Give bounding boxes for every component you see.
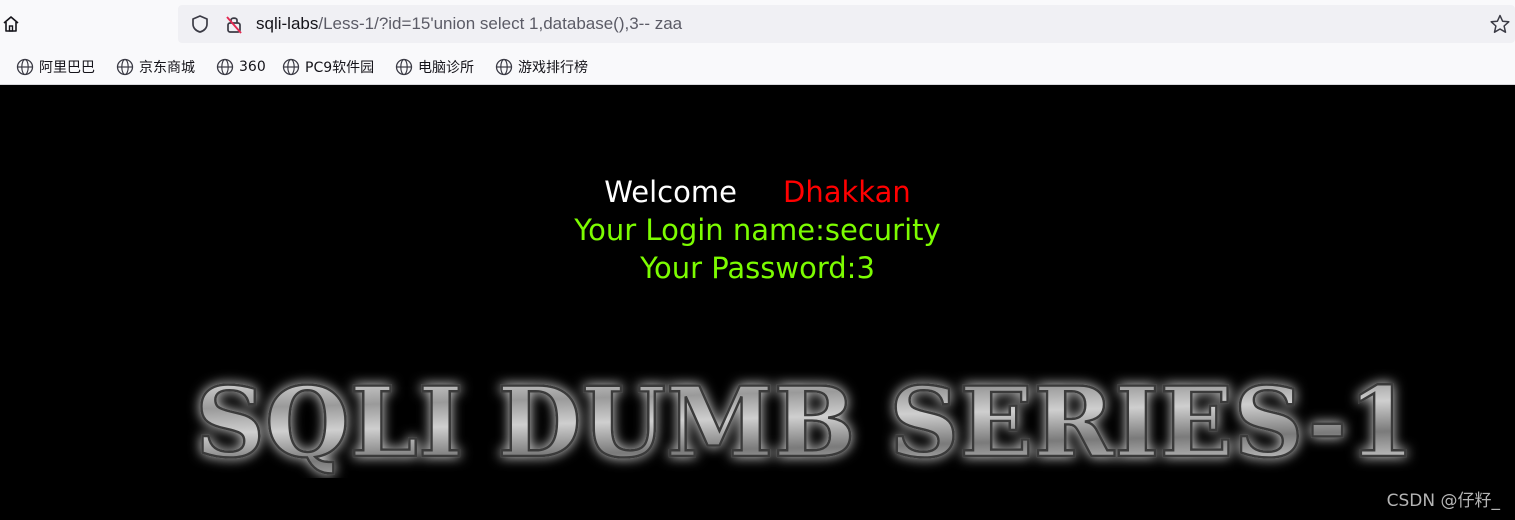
login-name-text: Your Login name:security (574, 213, 941, 247)
globe-icon (216, 58, 234, 76)
globe-icon (495, 58, 513, 76)
welcome-text: Welcome (604, 175, 737, 209)
lock-crossed-icon[interactable] (224, 14, 244, 34)
home-icon (3, 16, 19, 32)
globe-icon (282, 58, 300, 76)
star-icon[interactable] (1489, 13, 1511, 35)
globe-icon (395, 58, 413, 76)
bookmark-item[interactable]: PC9软件园 (282, 56, 374, 78)
bookmark-item[interactable]: 阿里巴巴 (16, 56, 95, 78)
sqli-dumb-series-banner: SQLI DUMB SERIES-1 (194, 368, 1417, 478)
bookmark-label: PC9软件园 (305, 60, 375, 76)
url-text[interactable]: sqli-labs/Less-1/?id=15'union select 1,d… (256, 13, 682, 35)
password-text: Your Password:3 (640, 251, 875, 285)
bookmark-label: 360 (239, 59, 266, 75)
address-bar[interactable]: sqli-labs/Less-1/?id=15'union select 1,d… (178, 5, 1515, 43)
url-path: /Less-1/?id=15'union select 1,database()… (318, 14, 683, 33)
bookmark-label: 京东商城 (139, 60, 195, 76)
csdn-watermark: CSDN @仔籽_ (1386, 491, 1500, 511)
shield-icon[interactable] (190, 14, 210, 34)
welcome-line: Welcome Dhakkan Your Login name:security… (0, 173, 1515, 287)
browser-toolbar: sqli-labs/Less-1/?id=15'union select 1,d… (0, 0, 1515, 50)
bookmark-item[interactable]: 京东商城 (116, 56, 195, 78)
username-text: Dhakkan (783, 175, 911, 209)
banner-text: SQLI DUMB SERIES-1 (195, 368, 1415, 478)
bookmark-item[interactable]: 360 (216, 56, 266, 78)
bookmarks-bar: 阿里巴巴 京东商城 360 PC9软件园 电脑诊所 游戏排行榜 (0, 50, 1515, 85)
globe-icon (116, 58, 134, 76)
bookmark-label: 阿里巴巴 (39, 60, 95, 76)
bookmark-item[interactable]: 电脑诊所 (395, 56, 474, 78)
page-content: Welcome Dhakkan Your Login name:security… (0, 85, 1515, 520)
bookmark-label: 游戏排行榜 (518, 60, 588, 76)
bookmark-label: 电脑诊所 (418, 60, 474, 76)
globe-icon (16, 58, 34, 76)
home-button[interactable] (0, 12, 22, 36)
bookmark-item[interactable]: 游戏排行榜 (495, 56, 588, 78)
url-host: sqli-labs (256, 14, 319, 33)
